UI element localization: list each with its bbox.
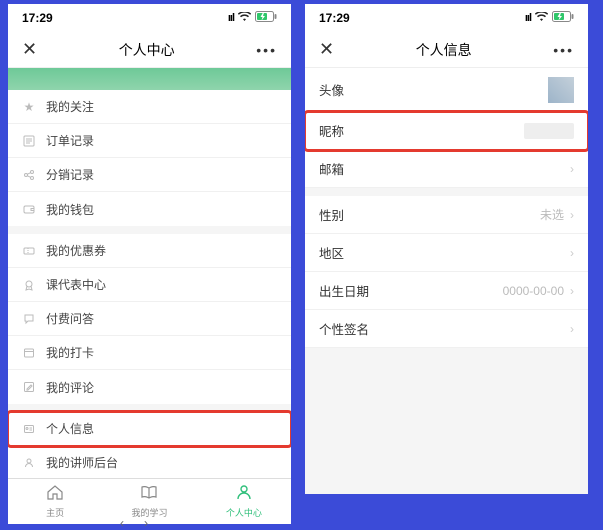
battery-icon: [552, 11, 574, 25]
row-label: 个性签名: [319, 319, 369, 338]
row-region[interactable]: 地区 ›: [305, 234, 588, 272]
chevron-right-icon: ›: [570, 208, 574, 222]
tab-label: 个人中心: [226, 506, 262, 519]
menu-label: 我的评论: [46, 379, 94, 396]
calendar-icon: [22, 346, 36, 360]
menu-label: 我的讲师后台: [46, 454, 118, 471]
person-icon: [235, 484, 253, 504]
badge-icon: [22, 278, 36, 292]
phone-left: 17:29 ııl ✕ 个人中心 ••• ★ 我的关注 订单记录: [8, 4, 291, 524]
row-label: 出生日期: [319, 281, 369, 300]
redacted-text: [524, 123, 574, 139]
menu-group-2: 我的优惠券 课代表中心 付费问答 我的打卡 我的评论: [8, 234, 291, 404]
teacher-icon: [22, 456, 36, 470]
menu-item-wallet[interactable]: 我的钱包: [8, 192, 291, 226]
wallet-icon: [22, 202, 36, 216]
menu-label: 付费问答: [46, 310, 94, 327]
page-title: 个人中心: [119, 40, 175, 60]
header-banner: [8, 68, 291, 90]
menu-item-paidqa[interactable]: 付费问答: [8, 302, 291, 336]
chat-icon: [22, 312, 36, 326]
row-bio[interactable]: 个性签名 ›: [305, 310, 588, 348]
signal-icon: ııl: [525, 12, 531, 24]
row-label: 性别: [319, 205, 344, 224]
tab-bar: 主页 我的学习 个人中心: [8, 478, 291, 524]
row-avatar[interactable]: 头像: [305, 68, 588, 112]
nav-bar: ✕ 个人信息 •••: [305, 32, 588, 68]
menu-label: 订单记录: [46, 132, 94, 149]
menu-item-distribution[interactable]: 分销记录: [8, 158, 291, 192]
row-label: 邮箱: [319, 159, 344, 178]
menu-group-1: ★ 我的关注 订单记录 分销记录 我的钱包: [8, 90, 291, 226]
row-label: 头像: [319, 80, 344, 99]
menu-label: 分销记录: [46, 166, 94, 183]
page-title: 个人信息: [416, 40, 472, 60]
menu-item-orders[interactable]: 订单记录: [8, 124, 291, 158]
menu-label: 课代表中心: [46, 276, 106, 293]
pager-arrows: ‹ ›: [120, 516, 148, 530]
status-indicators: ııl: [525, 11, 574, 25]
list-icon: [22, 134, 36, 148]
menu-item-lecturer[interactable]: 我的讲师后台: [8, 446, 291, 480]
wifi-icon: [535, 11, 548, 25]
avatar-thumbnail: [548, 77, 574, 103]
signal-icon: ııl: [228, 12, 234, 24]
status-bar: 17:29 ııl: [305, 4, 588, 32]
menu-label: 我的钱包: [46, 201, 94, 218]
star-icon: ★: [22, 100, 36, 114]
menu-label: 我的打卡: [46, 344, 94, 361]
tab-home[interactable]: 主页: [8, 479, 102, 524]
wifi-icon: [238, 11, 251, 25]
avatar-value: [548, 77, 574, 103]
book-icon: [140, 484, 158, 504]
row-nickname[interactable]: 昵称: [305, 112, 588, 150]
chevron-right-icon: ›: [570, 246, 574, 260]
menu-item-checkin[interactable]: 我的打卡: [8, 336, 291, 370]
more-icon[interactable]: •••: [256, 42, 277, 58]
close-icon[interactable]: ✕: [22, 39, 37, 60]
chevron-right-icon: ›: [570, 284, 574, 298]
status-time: 17:29: [22, 11, 53, 25]
chevron-right-icon: ›: [570, 322, 574, 336]
menu-item-repcenter[interactable]: 课代表中心: [8, 268, 291, 302]
row-value: 未选: [540, 206, 564, 223]
chevron-left-icon[interactable]: ‹: [120, 516, 124, 530]
phone-right: 17:29 ııl ✕ 个人信息 ••• 头像 昵称 邮箱 › 性别: [305, 4, 588, 494]
row-birth[interactable]: 出生日期 0000-00-00 ›: [305, 272, 588, 310]
share-icon: [22, 168, 36, 182]
nav-bar: ✕ 个人中心 •••: [8, 32, 291, 68]
menu-label: 我的优惠券: [46, 242, 106, 259]
nickname-value: [524, 123, 574, 139]
status-bar: 17:29 ııl: [8, 4, 291, 32]
row-label: 地区: [319, 243, 344, 262]
menu-label: 个人信息: [46, 420, 94, 437]
row-value: 0000-00-00: [503, 284, 564, 298]
close-icon[interactable]: ✕: [319, 39, 334, 60]
menu-item-comments[interactable]: 我的评论: [8, 370, 291, 404]
row-label: 昵称: [319, 121, 344, 140]
card-icon: [22, 422, 36, 436]
more-icon[interactable]: •••: [553, 42, 574, 58]
edit-icon: [22, 380, 36, 394]
tab-label: 主页: [46, 506, 64, 519]
menu-item-follow[interactable]: ★ 我的关注: [8, 90, 291, 124]
chevron-right-icon: ›: [570, 162, 574, 176]
ticket-icon: [22, 244, 36, 258]
menu-item-profile[interactable]: 个人信息: [8, 412, 291, 446]
home-icon: [46, 484, 64, 504]
menu-label: 我的关注: [46, 98, 94, 115]
menu-item-coupons[interactable]: 我的优惠券: [8, 234, 291, 268]
status-time: 17:29: [319, 11, 350, 25]
tab-study[interactable]: 我的学习: [102, 479, 196, 524]
chevron-right-icon[interactable]: ›: [144, 516, 148, 530]
row-email[interactable]: 邮箱 ›: [305, 150, 588, 188]
row-gender[interactable]: 性别 未选 ›: [305, 196, 588, 234]
battery-icon: [255, 11, 277, 25]
tab-me[interactable]: 个人中心: [197, 479, 291, 524]
status-indicators: ııl: [228, 11, 277, 25]
